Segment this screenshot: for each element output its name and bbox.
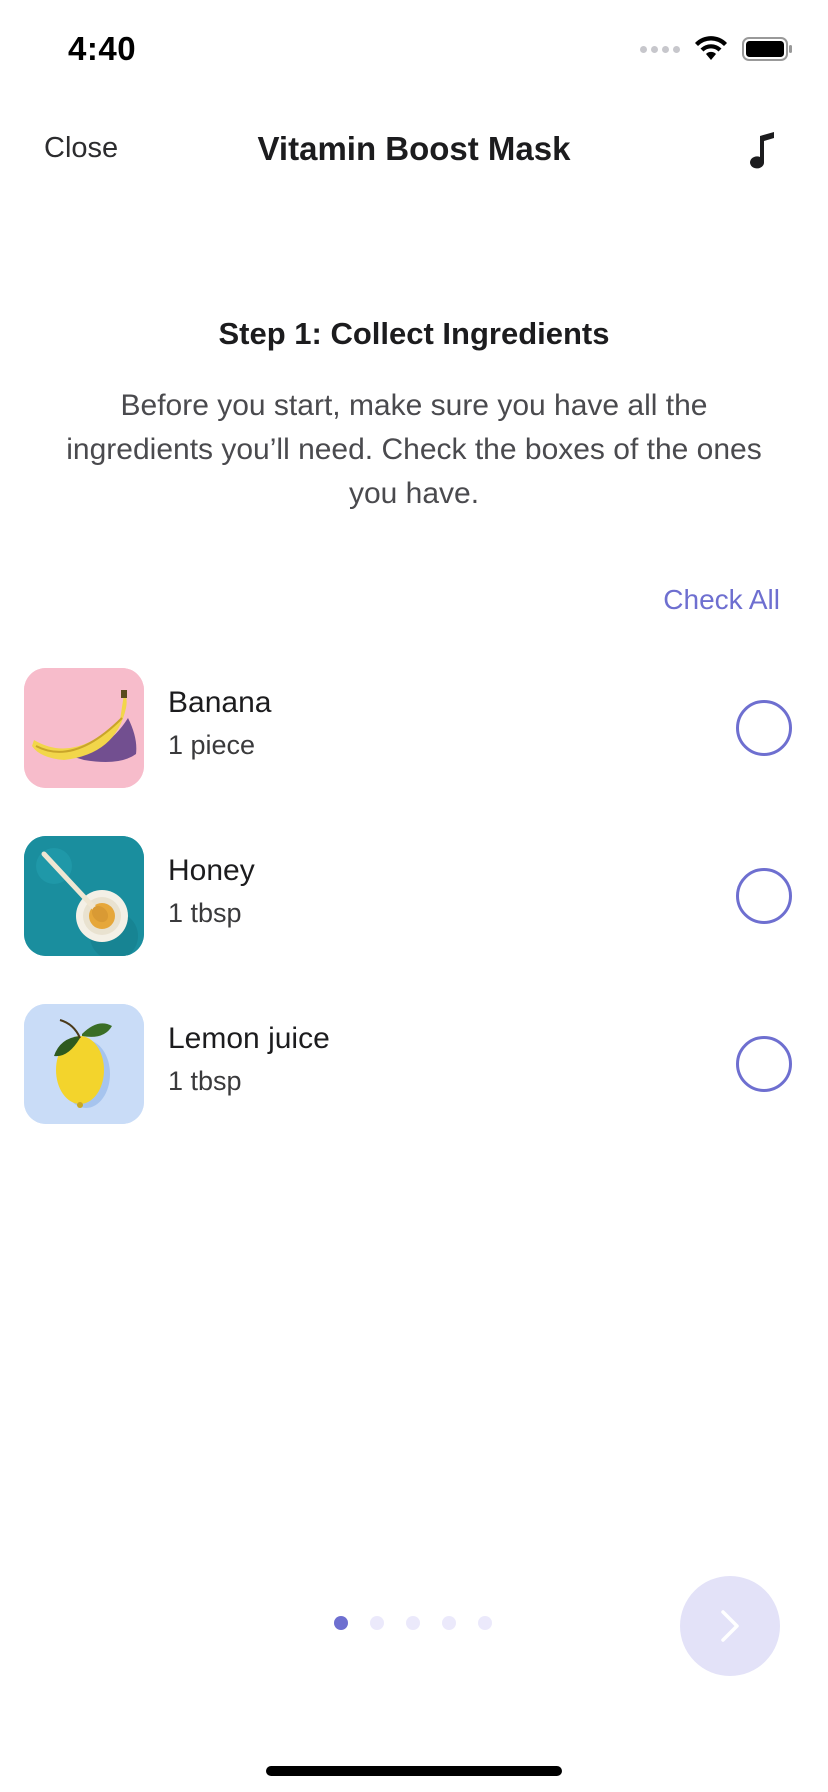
page-dot-3[interactable] xyxy=(406,1616,420,1630)
next-button[interactable] xyxy=(680,1576,780,1676)
page-title: Vitamin Boost Mask xyxy=(257,130,571,167)
status-icons xyxy=(640,36,794,62)
page-indicator xyxy=(334,1616,492,1630)
cellular-signal-icon xyxy=(640,45,680,53)
banana-image xyxy=(24,668,144,788)
home-indicator xyxy=(266,1766,562,1776)
ingredient-checkbox[interactable] xyxy=(736,868,792,924)
check-all-button[interactable]: Check All xyxy=(663,584,780,616)
ingredient-row-banana[interactable]: Banana 1 piece xyxy=(0,668,828,788)
ingredient-checkbox[interactable] xyxy=(736,700,792,756)
navigation-bar: Close Vitamin Boost Mask xyxy=(0,110,828,190)
wifi-icon xyxy=(694,36,728,62)
battery-icon xyxy=(742,36,794,62)
chevron-right-icon xyxy=(721,1610,739,1642)
step-description: Before you start, make sure you have all… xyxy=(66,389,762,510)
page-dot-2[interactable] xyxy=(370,1616,384,1630)
page-dot-1[interactable] xyxy=(334,1616,348,1630)
page-dot-5[interactable] xyxy=(478,1616,492,1630)
ingredient-row-honey[interactable]: Honey 1 tbsp xyxy=(0,836,828,956)
ingredient-name: Banana xyxy=(168,686,272,719)
ingredient-quantity: 1 tbsp xyxy=(168,898,242,928)
page-dot-4[interactable] xyxy=(442,1616,456,1630)
ingredient-name: Lemon juice xyxy=(168,1022,330,1055)
status-bar: 4:40 xyxy=(0,0,828,100)
step-title: Step 1: Collect Ingredients xyxy=(218,316,610,351)
ingredient-quantity: 1 tbsp xyxy=(168,1066,242,1096)
honey-image xyxy=(24,836,144,956)
ingredient-quantity: 1 piece xyxy=(168,730,256,760)
ingredient-name: Honey xyxy=(168,854,255,887)
music-note-icon[interactable] xyxy=(746,130,782,174)
ingredient-row-lemon-juice[interactable]: Lemon juice 1 tbsp xyxy=(0,1004,828,1124)
lemon-image xyxy=(24,1004,144,1124)
ingredient-checkbox[interactable] xyxy=(736,1036,792,1092)
status-time: 4:40 xyxy=(68,30,137,67)
